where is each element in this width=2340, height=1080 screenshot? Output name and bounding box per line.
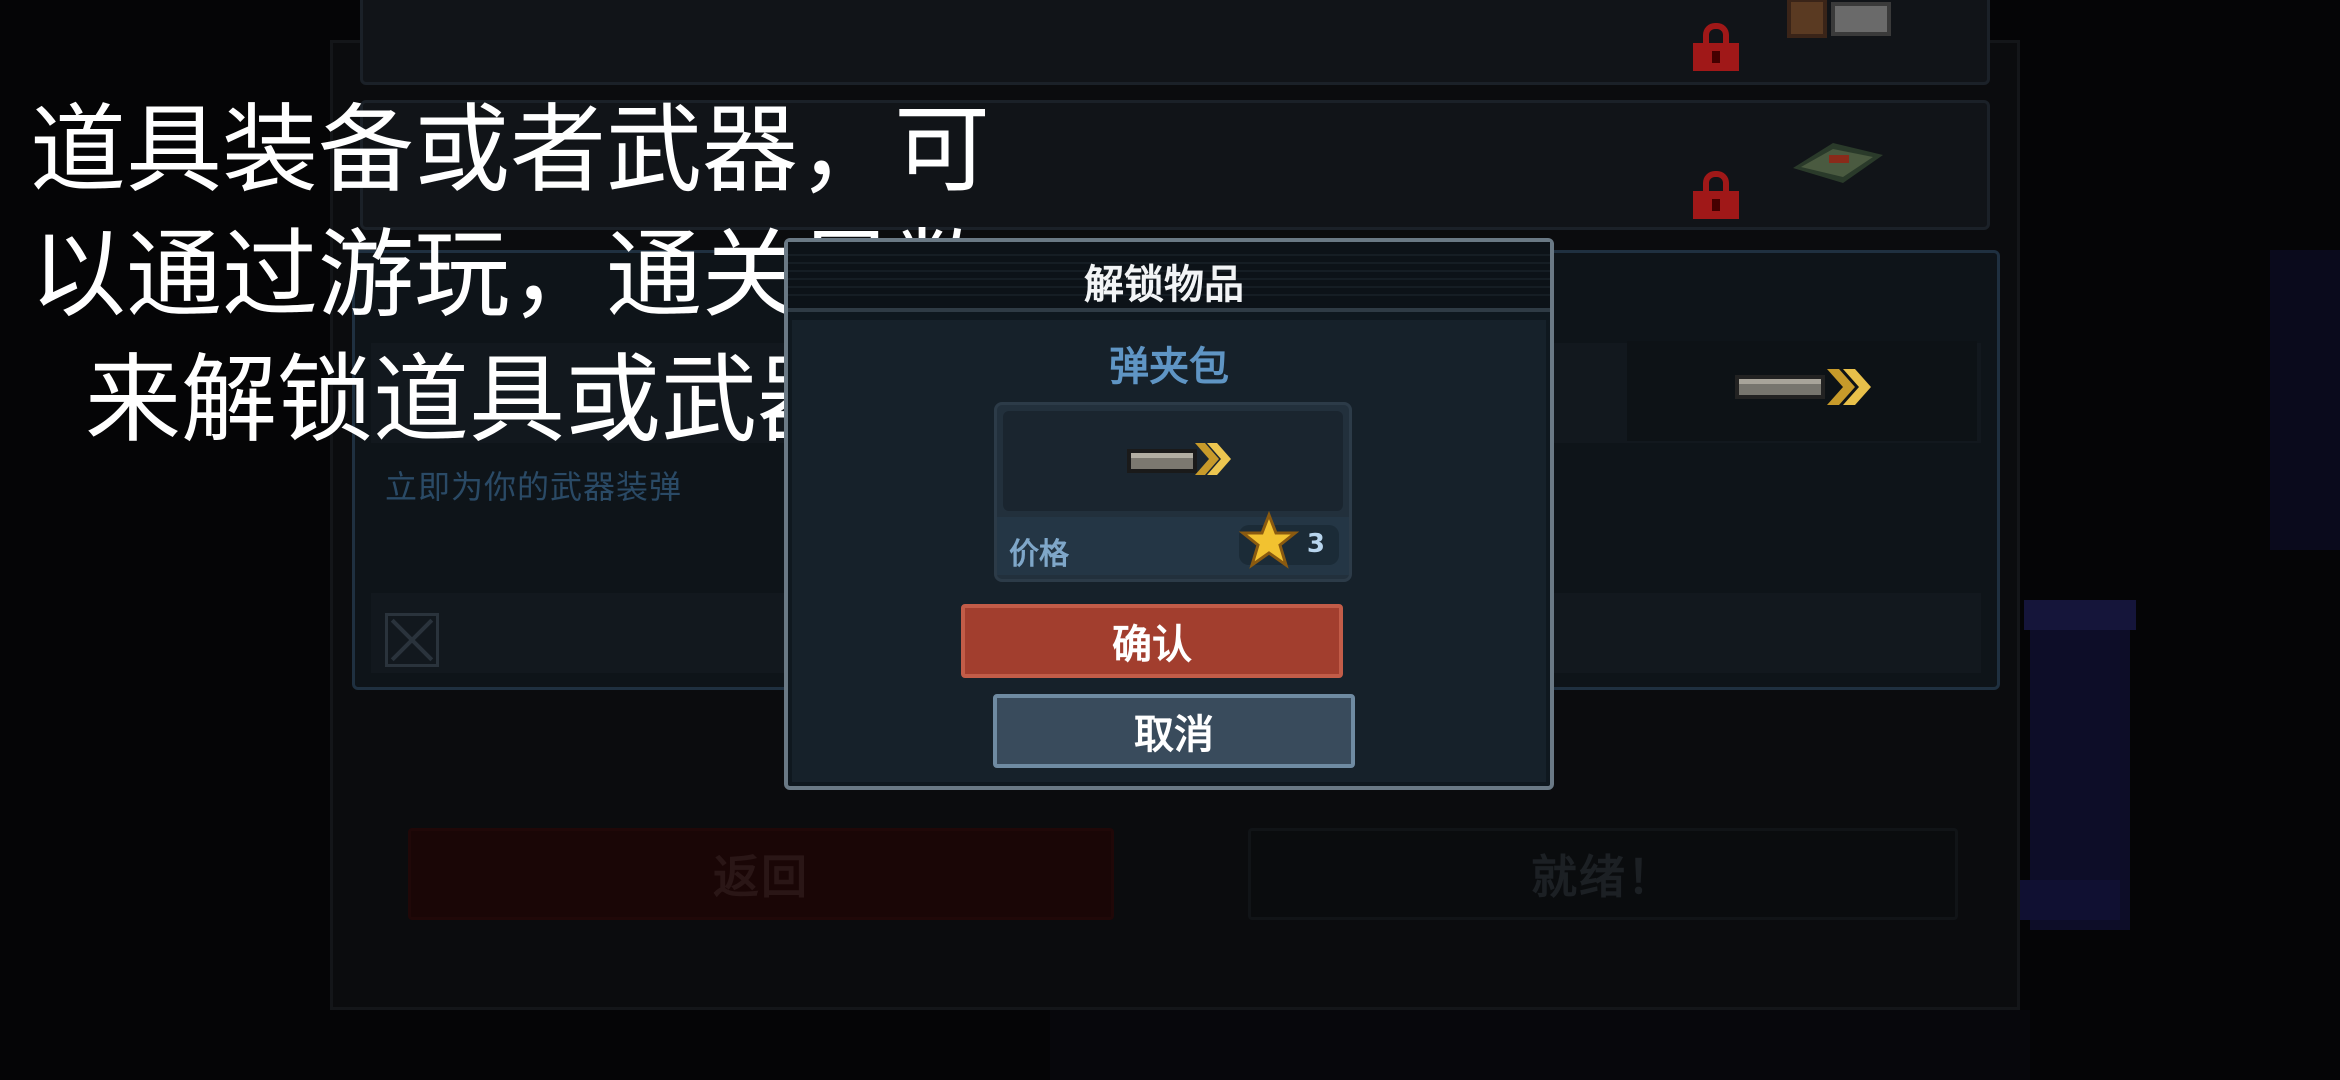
item-card: 价格 3 <box>994 402 1352 582</box>
caption-line-1: 道具装备或者武器，可 <box>30 94 990 206</box>
lock-icon <box>1693 171 1739 219</box>
dialog-header: 解锁物品 <box>788 242 1550 312</box>
locked-item-row-1[interactable] <box>360 0 1990 85</box>
armor-item-icon <box>1793 143 1883 183</box>
scene-wall <box>2270 250 2340 550</box>
scene-ledge <box>2020 880 2120 920</box>
back-button[interactable]: 返回 <box>408 828 1114 920</box>
item-description: 立即为你的武器装弹 <box>385 468 683 506</box>
confirm-button[interactable]: 确认 <box>961 604 1343 678</box>
price-label: 价格 <box>1009 537 1069 572</box>
price-value-box: 3 <box>1239 511 1339 569</box>
price-row: 价格 3 <box>997 511 1349 575</box>
x-checkbox-icon[interactable] <box>385 613 439 667</box>
ammo-clip-icon <box>1127 443 1231 475</box>
ammo-clip-icon <box>1735 369 1871 405</box>
star-icon <box>1239 511 1299 569</box>
game-screen: 立即为你的武器装弹 返回 就绪！ 道具装备或者武器，可 以通过游玩，通关星数 来… <box>0 0 2340 1080</box>
ready-button[interactable]: 就绪！ <box>1248 828 1958 920</box>
ammo-item-icon <box>1787 0 1891 38</box>
dialog-title: 解锁物品 <box>1084 262 1244 308</box>
lock-icon <box>1693 23 1739 71</box>
cancel-button[interactable]: 取消 <box>993 694 1355 768</box>
scene-pillar-top <box>2024 600 2136 630</box>
scene-floor <box>1050 1010 2030 1080</box>
price-value: 3 <box>1306 529 1325 559</box>
item-name: 弹夹包 <box>1109 344 1229 390</box>
item-preview <box>1003 411 1343 511</box>
unlock-item-dialog: 解锁物品 弹夹包 价格 3 确认 取消 <box>784 238 1554 790</box>
item-icon-box <box>1627 341 1977 441</box>
